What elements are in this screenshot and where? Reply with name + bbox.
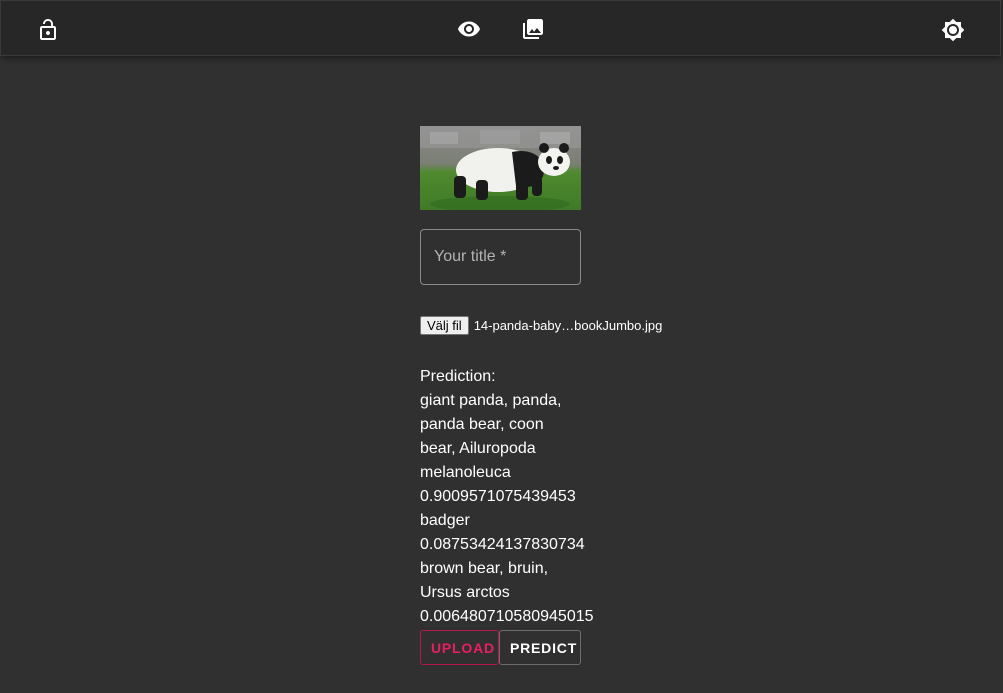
action-buttons: UPLOAD PREDICT bbox=[420, 630, 680, 665]
prediction-line: badger bbox=[420, 512, 470, 529]
prediction-line: brown bear, bruin, bbox=[420, 560, 549, 577]
main-content: Välj fil 14-panda-baby…bookJumbo.jpg Pre… bbox=[420, 126, 680, 665]
app-bar bbox=[0, 0, 1001, 56]
prediction-line: 0.08753424137830734 bbox=[420, 536, 585, 553]
uploaded-image-preview bbox=[420, 126, 581, 210]
prediction-line: bear, Ailuropoda bbox=[420, 440, 536, 457]
brightness-icon[interactable] bbox=[937, 14, 969, 46]
choose-file-button[interactable]: Välj fil bbox=[420, 315, 469, 335]
predict-button[interactable]: PREDICT bbox=[499, 630, 581, 665]
photo-library-icon[interactable] bbox=[517, 13, 549, 45]
prediction-output: Prediction: giant panda, panda, panda be… bbox=[420, 365, 610, 629]
prediction-line: Prediction: bbox=[420, 368, 496, 385]
upload-button[interactable]: UPLOAD bbox=[420, 630, 499, 665]
eye-icon[interactable] bbox=[453, 13, 485, 45]
file-picker: Välj fil 14-panda-baby…bookJumbo.jpg bbox=[420, 315, 680, 335]
prediction-line: melanoleuca bbox=[420, 464, 511, 481]
title-field bbox=[420, 229, 581, 285]
prediction-line: 0.9009571075439453 bbox=[420, 488, 576, 505]
lock-open-icon[interactable] bbox=[32, 14, 64, 46]
prediction-line: Ursus arctos bbox=[420, 584, 510, 601]
prediction-line: 0.006480710580945015 bbox=[420, 608, 594, 625]
prediction-line: panda bear, coon bbox=[420, 416, 544, 433]
title-input[interactable] bbox=[421, 230, 580, 284]
selected-file-name: 14-panda-baby…bookJumbo.jpg bbox=[473, 317, 663, 333]
prediction-line: giant panda, panda, bbox=[420, 392, 562, 409]
